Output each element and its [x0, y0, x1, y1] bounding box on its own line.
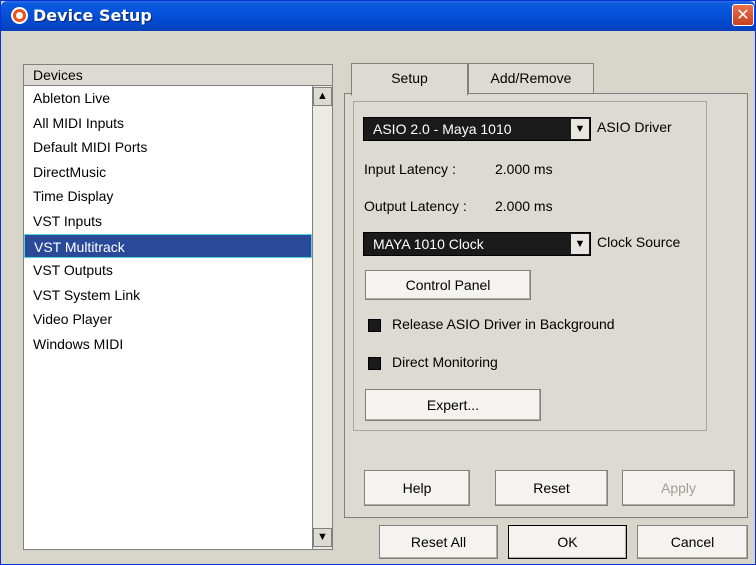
clock-source-label: Clock Source [597, 234, 681, 250]
app-logo-icon [11, 7, 28, 24]
ok-button[interactable]: OK [508, 525, 627, 559]
direct-monitoring-label: Direct Monitoring [392, 354, 498, 370]
device-item-windows-midi[interactable]: Windows MIDI [24, 332, 312, 357]
input-latency-value: 2.000 ms [495, 161, 553, 177]
device-item-default-midi-ports[interactable]: Default MIDI Ports [24, 135, 312, 160]
chevron-down-icon[interactable]: ▼ [571, 119, 589, 139]
asio-driver-dropdown[interactable]: ASIO 2.0 - Maya 1010 ▼ [363, 117, 591, 141]
reset-all-button[interactable]: Reset All [379, 525, 498, 559]
window-title: Device Setup [33, 6, 152, 25]
device-item-vst-outputs[interactable]: VST Outputs [24, 258, 312, 283]
device-item-all-midi-inputs[interactable]: All MIDI Inputs [24, 111, 312, 136]
driver-settings-group [353, 101, 707, 431]
devices-column-header[interactable]: Devices [23, 64, 333, 86]
devices-scrollbar[interactable]: ▲ ▼ [312, 86, 333, 550]
scroll-down-arrow-icon[interactable]: ▼ [313, 528, 332, 547]
output-latency-label: Output Latency : [364, 198, 467, 214]
input-latency-label: Input Latency : [364, 161, 456, 177]
chevron-down-icon[interactable]: ▼ [571, 234, 589, 254]
asio-driver-label: ASIO Driver [597, 119, 672, 135]
scroll-up-arrow-icon[interactable]: ▲ [313, 87, 332, 106]
title-bar[interactable]: Device Setup ✕ [1, 1, 755, 31]
release-driver-checkbox[interactable] [368, 319, 381, 332]
device-item-vst-system-link[interactable]: VST System Link [24, 283, 312, 308]
clock-source-value: MAYA 1010 Clock [373, 236, 484, 252]
reset-button[interactable]: Reset [495, 470, 608, 506]
cancel-button[interactable]: Cancel [637, 525, 748, 559]
close-button[interactable]: ✕ [732, 4, 754, 26]
device-item-time-display[interactable]: Time Display [24, 184, 312, 209]
tab-setup[interactable]: Setup [351, 63, 468, 96]
device-item-ableton-live[interactable]: Ableton Live [24, 86, 312, 111]
tab-add-remove[interactable]: Add/Remove [468, 63, 594, 93]
control-panel-button[interactable]: Control Panel [365, 270, 531, 300]
device-item-video-player[interactable]: Video Player [24, 307, 312, 332]
devices-list[interactable]: Ableton Live All MIDI Inputs Default MID… [23, 86, 312, 550]
device-setup-window: Device Setup ✕ Devices Ableton Live All … [0, 0, 756, 565]
clock-source-dropdown[interactable]: MAYA 1010 Clock ▼ [363, 232, 591, 256]
expert-button[interactable]: Expert... [365, 389, 541, 421]
release-driver-label: Release ASIO Driver in Background [392, 316, 615, 332]
apply-button[interactable]: Apply [622, 470, 735, 506]
asio-driver-value: ASIO 2.0 - Maya 1010 [373, 121, 512, 137]
device-item-vst-multitrack[interactable]: VST Multitrack [24, 233, 312, 259]
output-latency-value: 2.000 ms [495, 198, 553, 214]
device-item-vst-inputs[interactable]: VST Inputs [24, 209, 312, 234]
device-item-directmusic[interactable]: DirectMusic [24, 160, 312, 185]
direct-monitoring-checkbox[interactable] [368, 357, 381, 370]
help-button[interactable]: Help [364, 470, 470, 506]
